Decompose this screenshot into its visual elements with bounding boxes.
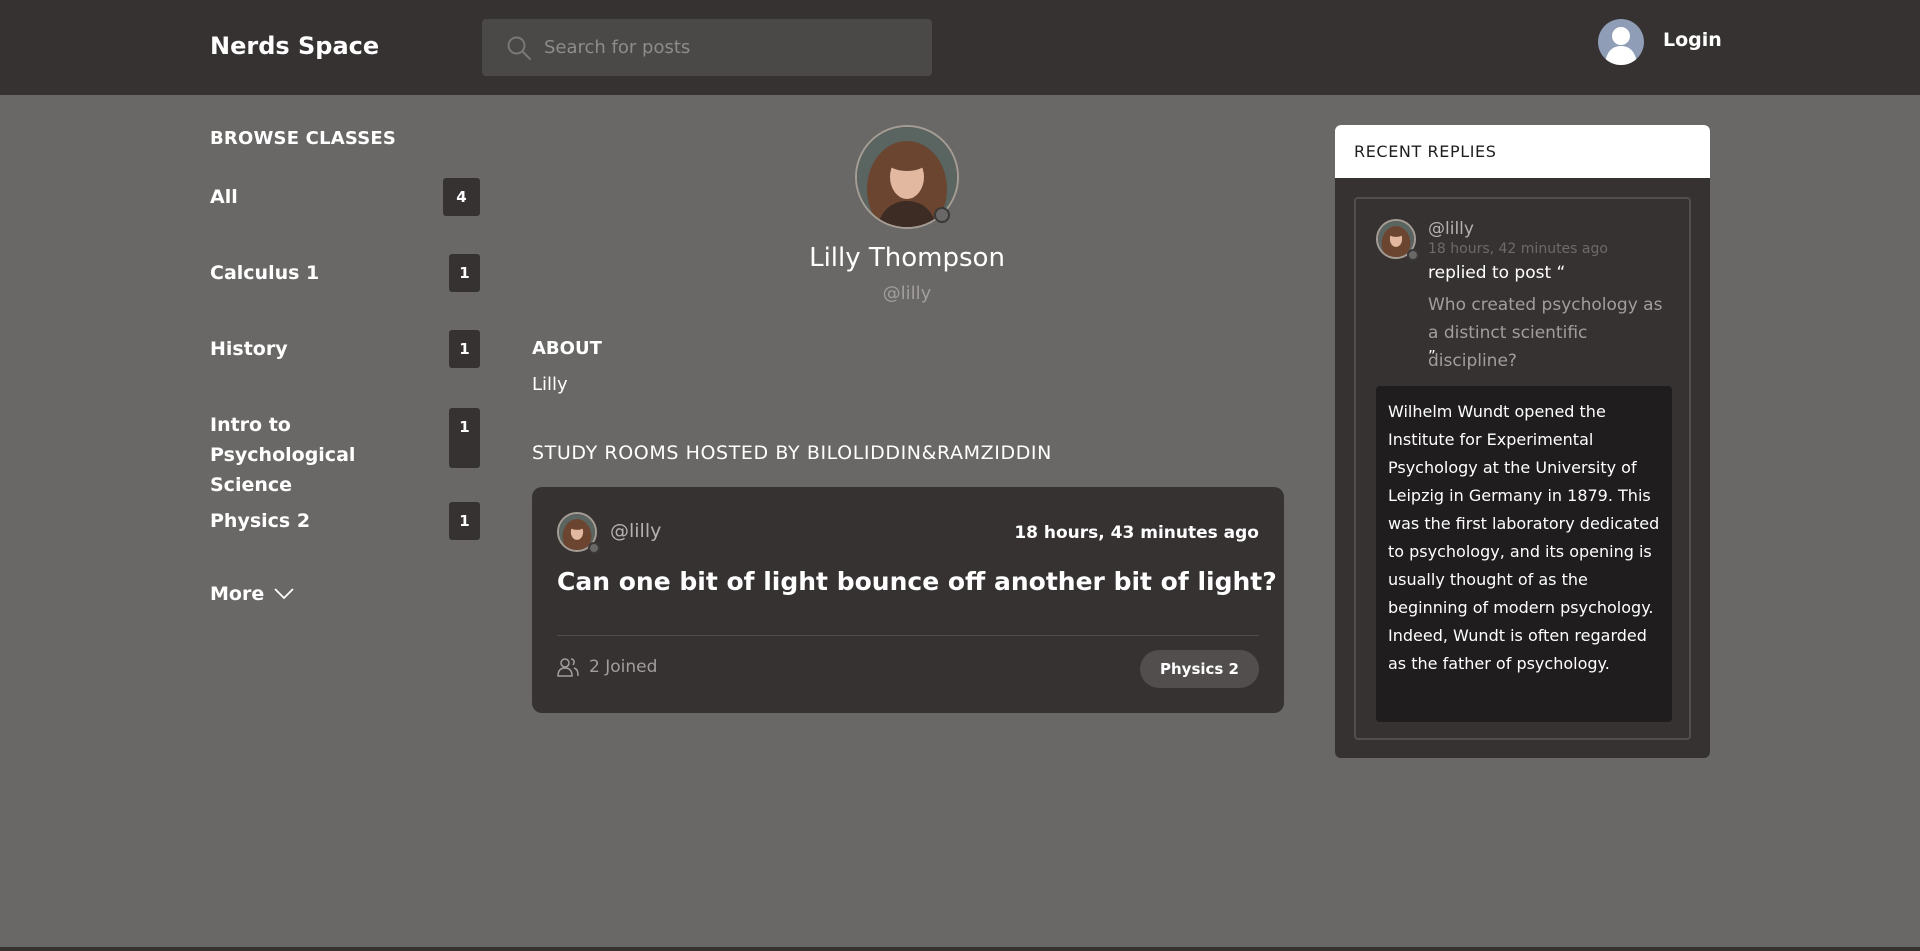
class-item-physics-2[interactable]: Physics 2 1 (210, 502, 480, 540)
class-label: History (210, 338, 288, 360)
about-text: Lilly (532, 374, 568, 395)
top-header: Nerds Space Login (0, 0, 1920, 95)
divider (557, 635, 1259, 636)
class-count-badge: 4 (443, 178, 480, 216)
reply-action-text: replied to post “ (1428, 263, 1566, 283)
login-link[interactable]: Login (1663, 29, 1722, 51)
class-label: Intro to Psychological Science (210, 414, 356, 496)
bottom-edge (0, 947, 1920, 951)
class-count-badge: 1 (449, 330, 480, 368)
offline-status-dot (934, 207, 950, 223)
offline-status-dot (1407, 249, 1419, 261)
class-item-history[interactable]: History 1 (210, 330, 480, 368)
room-host-handle[interactable]: @lilly (610, 520, 661, 542)
joined-label: 2 Joined (589, 657, 658, 677)
study-rooms-title: STUDY ROOMS HOSTED BY BILOLIDDIN&RAMZIDD… (532, 442, 1052, 464)
class-item-intro-psych[interactable]: Intro to Psychological Science 1 (210, 408, 480, 500)
reply-item[interactable]: @lilly 18 hours, 42 minutes ago replied … (1354, 197, 1691, 740)
search-icon (507, 36, 531, 60)
class-count-badge: 1 (449, 408, 480, 468)
login-avatar[interactable] (1598, 19, 1644, 65)
user-icon (1605, 27, 1637, 65)
offline-status-dot (588, 542, 600, 554)
more-classes-button[interactable]: More (210, 583, 294, 605)
more-label: More (210, 583, 265, 605)
site-logo[interactable]: Nerds Space (210, 32, 379, 60)
users-icon (557, 658, 579, 677)
reply-quote-end: ” (1428, 347, 1436, 365)
reply-body: Wilhelm Wundt opened the Institute for E… (1376, 386, 1672, 722)
search-input[interactable] (544, 19, 914, 76)
recent-replies-title: RECENT REPLIES (1335, 125, 1710, 178)
room-timestamp: 18 hours, 43 minutes ago (1014, 523, 1259, 543)
room-joined-count: 2 Joined (557, 657, 657, 677)
search-bar[interactable] (482, 19, 932, 76)
browse-classes-title: BROWSE CLASSES (210, 128, 397, 149)
class-label: All (210, 186, 238, 208)
class-count-badge: 1 (449, 502, 480, 540)
room-title[interactable]: Can one bit of light bounce off another … (557, 567, 1277, 596)
class-label: Physics 2 (210, 510, 311, 532)
recent-replies-panel: RECENT REPLIES @lilly 18 hours, 42 minut… (1335, 125, 1710, 758)
reply-post-title[interactable]: Who created psychology as a distinct sci… (1428, 291, 1678, 375)
reply-user-handle[interactable]: @lilly (1428, 219, 1474, 239)
chevron-down-icon (274, 588, 294, 600)
reply-timestamp: 18 hours, 42 minutes ago (1428, 241, 1608, 257)
study-room-card[interactable]: @lilly 18 hours, 43 minutes ago Can one … (532, 487, 1284, 713)
class-item-all[interactable]: All 4 (210, 178, 480, 216)
room-topic-tag[interactable]: Physics 2 (1140, 650, 1259, 688)
about-title: ABOUT (532, 338, 602, 359)
